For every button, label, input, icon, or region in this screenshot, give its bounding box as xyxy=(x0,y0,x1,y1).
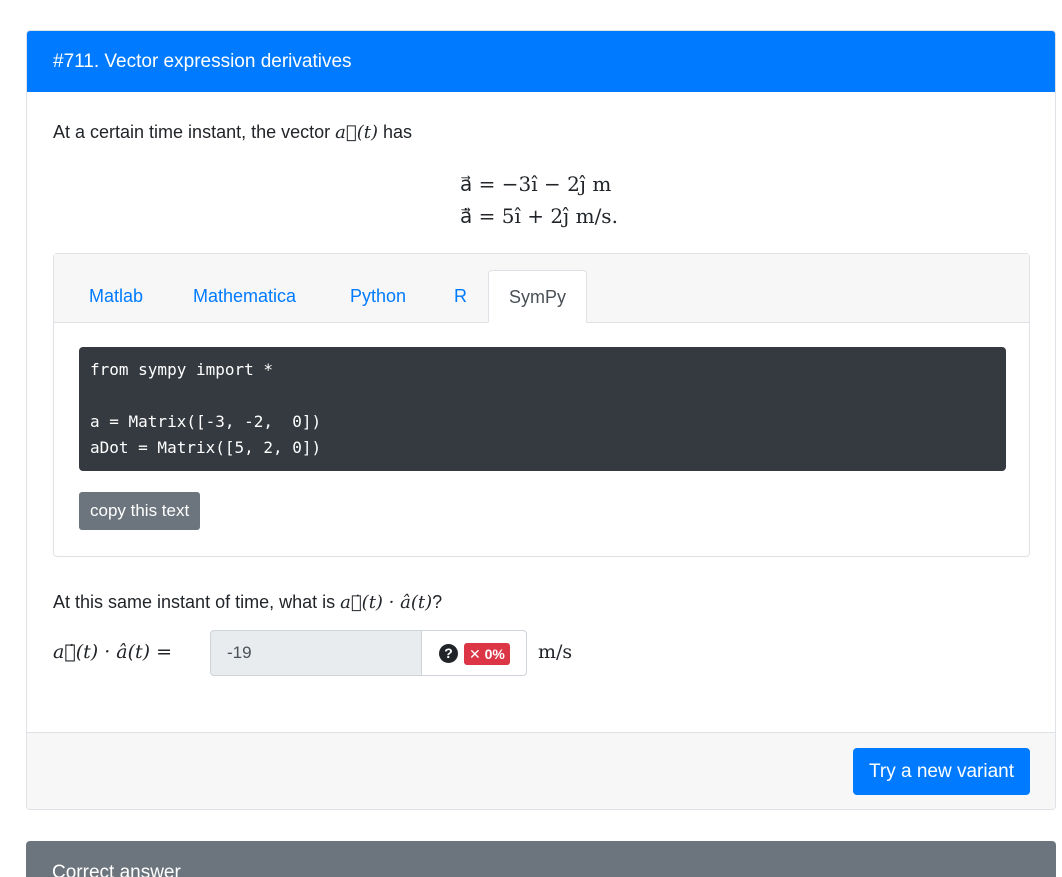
intro-lead: At a certain time instant, the vector xyxy=(53,122,331,142)
answer-row: a⃗̇(t) · â(t) = -19 ? ✕ 0% m/s xyxy=(53,629,653,677)
tab-matlab[interactable]: Matlab xyxy=(69,270,163,322)
help-icon[interactable]: ? xyxy=(439,644,458,663)
answer-unit: m/s xyxy=(538,641,573,663)
intro-text: At a certain time instant, the vector a⃗… xyxy=(53,122,412,143)
question-suffix: ? xyxy=(432,592,443,612)
intro-vector: a⃗(t) xyxy=(335,122,378,143)
code-panel: Matlab Mathematica Python R SymPy from s… xyxy=(53,253,1030,557)
question-prompt: At this same instant of time, what is a⃗… xyxy=(53,592,442,613)
tab-python[interactable]: Python xyxy=(330,270,426,322)
question-card: #711. Vector expression derivatives At a… xyxy=(26,30,1056,810)
question-lead: At this same instant of time, what is xyxy=(53,592,336,612)
question-expression: a⃗̇(t) · â(t) xyxy=(340,592,433,613)
equation-position: a⃗ = −3î − 2ĵ m xyxy=(460,172,612,196)
card-footer: Try a new variant xyxy=(27,732,1055,809)
copy-text-button[interactable]: copy this text xyxy=(79,492,201,530)
tab-mathematica[interactable]: Mathematica xyxy=(173,270,316,322)
question-title: #711. Vector expression derivatives xyxy=(27,31,1055,92)
tab-sympy[interactable]: SymPy xyxy=(488,270,588,323)
try-new-variant-button[interactable]: Try a new variant xyxy=(852,748,1030,795)
score-badge: ✕ 0% xyxy=(464,643,510,665)
code-block: from sympy import * a = Matrix([-3, -2, … xyxy=(79,347,1006,471)
answer-input[interactable]: -19 xyxy=(210,630,422,676)
equation-velocity: a⃗̇ = 5î + 2ĵ m/s. xyxy=(460,204,618,228)
intro-suffix: has xyxy=(382,122,413,142)
correct-answer-header: Correct answer xyxy=(26,841,1056,877)
tab-r[interactable]: R xyxy=(434,270,487,322)
equation-block: a⃗ = −3î − 2ĵ m a⃗̇ = 5î + 2ĵ m/s. xyxy=(460,168,618,232)
answer-label: a⃗̇(t) · â(t) = xyxy=(53,641,173,663)
language-tabs: Matlab Mathematica Python R SymPy xyxy=(54,254,1029,323)
page: #711. Vector expression derivatives At a… xyxy=(0,0,1062,877)
answer-feedback: ? ✕ 0% xyxy=(421,630,527,676)
